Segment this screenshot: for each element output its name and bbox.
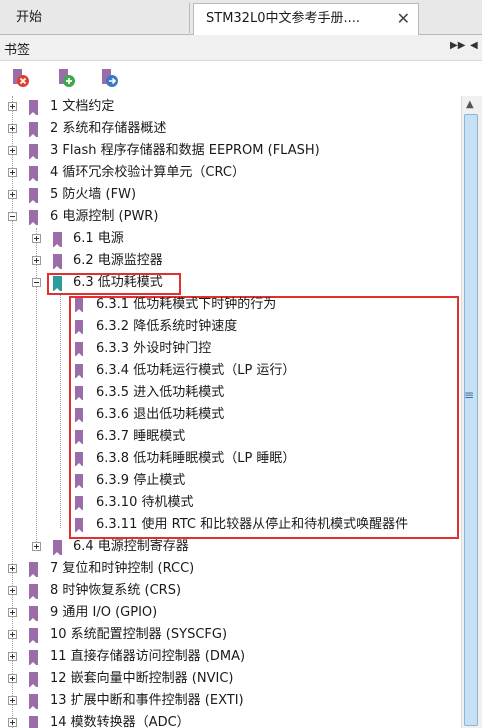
tree-item-label: 6 电源控制 (PWR) bbox=[50, 209, 159, 224]
expand-icon[interactable] bbox=[8, 146, 17, 155]
tree-item-label: 8 时钟恢复系统 (CRS) bbox=[50, 583, 182, 598]
bookmark-icon bbox=[29, 188, 38, 204]
collapse-icon[interactable] bbox=[32, 278, 41, 287]
collapse-icon[interactable] bbox=[8, 212, 17, 221]
bookmark-icon bbox=[75, 364, 83, 379]
expand-icon[interactable] bbox=[8, 630, 17, 639]
tab-home[interactable]: 开始 bbox=[0, 3, 190, 33]
bookmark-icon bbox=[29, 210, 38, 226]
expand-icon[interactable] bbox=[8, 674, 17, 683]
tree-item-label: 6.3.10 待机模式 bbox=[96, 495, 194, 510]
tree-item-label: 12 嵌套向量中断控制器 (NVIC) bbox=[50, 671, 234, 686]
tree-item-label: 1 文档约定 bbox=[50, 99, 115, 114]
tree-item-label: 6.2 电源监控器 bbox=[73, 253, 163, 268]
tree-item-label: 6.3.8 低功耗睡眠模式（LP 睡眠） bbox=[96, 451, 296, 466]
bookmark-toolbar bbox=[0, 61, 482, 95]
bookmark-icon bbox=[53, 232, 62, 248]
bookmark-icon bbox=[29, 628, 38, 644]
bookmark-icon bbox=[75, 430, 83, 445]
tab-home-label: 开始 bbox=[16, 10, 43, 25]
bookmark-icon bbox=[29, 694, 38, 710]
highlight-box bbox=[47, 273, 181, 295]
tree-item-label: 3 Flash 程序存储器和数据 EEPROM (FLASH) bbox=[50, 143, 320, 158]
vertical-scrollbar[interactable]: ▲ ≡ bbox=[461, 96, 482, 728]
close-icon[interactable]: ✕ bbox=[397, 4, 410, 34]
expand-icon[interactable] bbox=[8, 608, 17, 617]
bookmark-tree: 1 文档约定 2 系统和存储器概述 3 Flash 程序存储器和数据 EEPRO… bbox=[0, 96, 462, 728]
tree-item-label: 6.3.3 外设时钟门控 bbox=[96, 341, 212, 356]
expand-icon[interactable] bbox=[8, 652, 17, 661]
tree-item-label: 6.3.2 降低系统时钟速度 bbox=[96, 319, 238, 334]
scrollbar-thumb[interactable] bbox=[464, 114, 478, 726]
add-bookmark-icon[interactable] bbox=[56, 68, 76, 88]
tree-item-label: 6.3.7 睡眠模式 bbox=[96, 429, 186, 444]
bookmark-icon bbox=[75, 452, 83, 467]
tab-document-label: STM32L0中文参考手册.... bbox=[206, 11, 360, 26]
tree-item-label: 6.3.6 退出低功耗模式 bbox=[96, 407, 225, 422]
expand-icon[interactable] bbox=[32, 542, 41, 551]
bookmark-icon bbox=[75, 408, 83, 423]
bookmark-icon bbox=[29, 144, 38, 160]
expand-icon[interactable] bbox=[8, 190, 17, 199]
expand-icon[interactable] bbox=[8, 124, 17, 133]
tree-item-label: 13 扩展中断和事件控制器 (EXTI) bbox=[50, 693, 244, 708]
bookmark-icon bbox=[29, 716, 38, 728]
scroll-up-icon[interactable]: ▲ bbox=[466, 99, 474, 110]
expand-icon[interactable] bbox=[8, 718, 17, 727]
tree-guide bbox=[60, 294, 61, 528]
tree-item-label: 6.3.5 进入低功耗模式 bbox=[96, 385, 225, 400]
expand-icon[interactable] bbox=[8, 586, 17, 595]
tree-item-label: 10 系统配置控制器 (SYSCFG) bbox=[50, 627, 228, 642]
expand-icon[interactable] bbox=[8, 696, 17, 705]
tree-item-label: 6.3.1 低功耗模式下时钟的行为 bbox=[96, 297, 277, 312]
bookmarks-panel-header: 书签 ▶▶ ◀ bbox=[0, 35, 482, 61]
tree-item-label: 14 模数转换器（ADC） bbox=[50, 715, 190, 728]
panel-collapse-icon[interactable]: ▶▶ bbox=[450, 40, 465, 51]
panel-title: 书签 bbox=[4, 43, 31, 58]
tree-item-label: 11 直接存储器访问控制器 (DMA) bbox=[50, 649, 246, 664]
bookmark-icon bbox=[29, 562, 38, 578]
tree-item-label: 7 复位和时钟控制 (RCC) bbox=[50, 561, 195, 576]
tree-item-label: 5 防火墙 (FW) bbox=[50, 187, 137, 202]
tree-item-label: 6.3.9 停止模式 bbox=[96, 473, 186, 488]
bookmark-icon bbox=[75, 320, 83, 335]
expand-icon[interactable] bbox=[8, 102, 17, 111]
delete-bookmark-icon[interactable] bbox=[10, 68, 30, 88]
bookmark-icon bbox=[53, 540, 62, 556]
expand-icon[interactable] bbox=[8, 168, 17, 177]
tab-bar: 开始 STM32L0中文参考手册.... ✕ bbox=[0, 0, 482, 35]
bookmark-icon bbox=[75, 496, 83, 511]
tree-item-label: 6.3.11 使用 RTC 和比较器从停止和待机模式唤醒器件 bbox=[96, 517, 409, 532]
bookmark-icon bbox=[29, 100, 38, 116]
bookmark-icon bbox=[53, 254, 62, 270]
bookmark-icon bbox=[75, 386, 83, 401]
bookmark-icon bbox=[75, 474, 83, 489]
tree-item-label: 9 通用 I/O (GPIO) bbox=[50, 605, 158, 620]
tree-item-label: 2 系统和存储器概述 bbox=[50, 121, 167, 136]
bookmark-icon bbox=[29, 166, 38, 182]
bookmark-icon bbox=[29, 122, 38, 138]
tree-item-label: 6.4 电源控制寄存器 bbox=[73, 539, 189, 554]
expand-icon[interactable] bbox=[32, 234, 41, 243]
tree-item-label: 4 循环冗余校验计算单元（CRC） bbox=[50, 165, 245, 180]
bookmark-icon bbox=[29, 672, 38, 688]
bookmark-icon bbox=[75, 342, 83, 357]
tab-document[interactable]: STM32L0中文参考手册.... ✕ bbox=[193, 3, 419, 35]
bookmark-icon bbox=[75, 518, 83, 533]
bookmark-icon bbox=[75, 298, 83, 313]
scrollbar-grip-icon: ≡ bbox=[464, 388, 475, 402]
expand-icon[interactable] bbox=[8, 564, 17, 573]
tree-item-label: 6.1 电源 bbox=[73, 231, 124, 246]
expand-icon[interactable] bbox=[32, 256, 41, 265]
tree-item-label: 6.3.4 低功耗运行模式（LP 运行） bbox=[96, 363, 296, 378]
goto-bookmark-icon[interactable] bbox=[99, 68, 119, 88]
bookmark-icon bbox=[29, 606, 38, 622]
tree-guide bbox=[36, 228, 37, 550]
bookmark-icon bbox=[29, 584, 38, 600]
panel-menu-icon[interactable]: ◀ bbox=[470, 40, 478, 51]
bookmark-icon bbox=[29, 650, 38, 666]
